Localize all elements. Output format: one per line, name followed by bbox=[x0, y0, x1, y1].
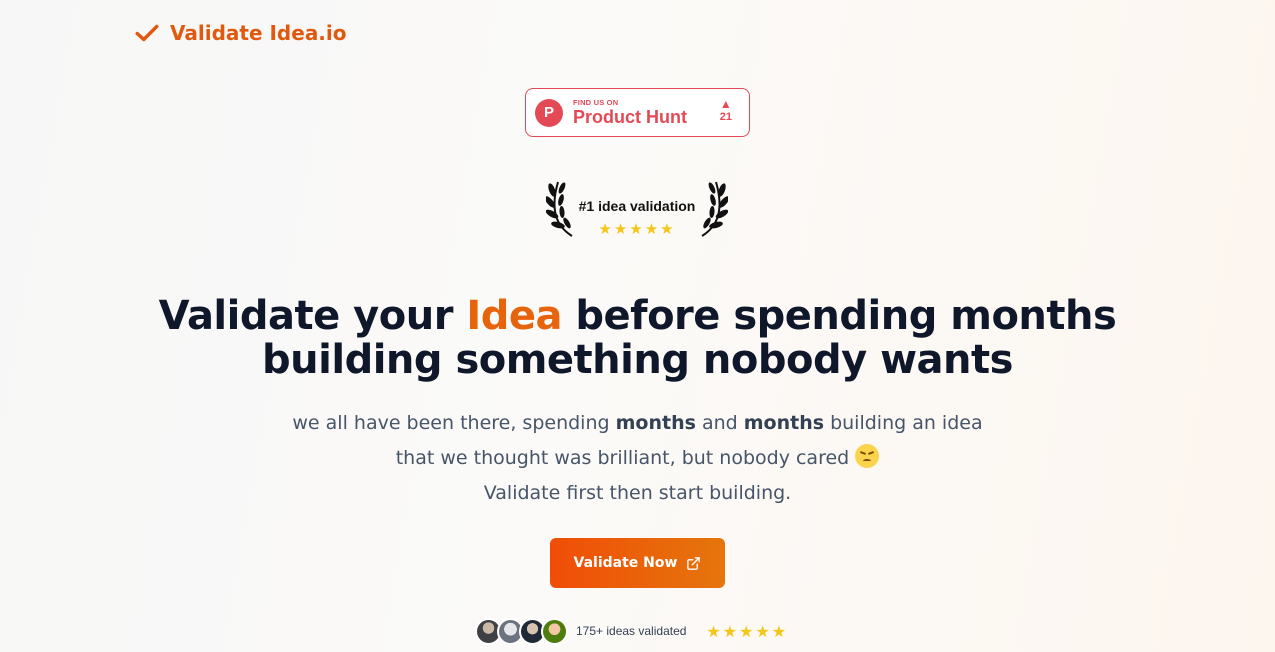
logo-text: Validate Idea.io bbox=[170, 21, 347, 45]
product-hunt-badge[interactable]: P FIND US ON Product Hunt ▲ 21 bbox=[525, 88, 750, 137]
product-hunt-vote-count: 21 bbox=[719, 111, 732, 123]
headline-part2: before spending months bbox=[561, 293, 1117, 339]
headline-line2: building something nobody wants bbox=[262, 337, 1013, 383]
external-link-icon bbox=[687, 556, 701, 570]
product-hunt-logo-icon: P bbox=[535, 98, 563, 127]
checkmark-icon bbox=[135, 24, 159, 42]
product-hunt-title: Product Hunt bbox=[573, 107, 687, 127]
product-hunt-text: FIND US ON Product Hunt bbox=[573, 98, 687, 127]
logo[interactable]: Validate Idea.io bbox=[134, 20, 347, 46]
hero-headline: Validate your Idea before spending month… bbox=[0, 294, 1275, 382]
award-badge: #1 idea validation ★★★★★ bbox=[546, 178, 728, 238]
product-hunt-small-text: FIND US ON bbox=[573, 98, 619, 107]
avatar bbox=[541, 617, 568, 645]
validate-now-label: Validate Now bbox=[573, 555, 678, 571]
headline-part1: Validate your bbox=[158, 293, 467, 339]
subtitle-line2: that we thought was brilliant, but nobod… bbox=[395, 447, 856, 469]
subtitle-text: building an idea bbox=[824, 412, 983, 434]
validate-now-button[interactable]: Validate Now bbox=[550, 538, 725, 588]
avatar-group bbox=[475, 617, 568, 645]
subtitle-text: we all have been there, spending bbox=[292, 412, 616, 434]
subtitle-line3: Validate first then start building. bbox=[483, 482, 792, 504]
triangle-up-icon: ▲ bbox=[719, 97, 732, 111]
product-hunt-votes: ▲ 21 bbox=[720, 97, 732, 123]
hero-subtitle: we all have been there, spending months … bbox=[0, 406, 1275, 511]
subtitle-bold: months bbox=[743, 412, 825, 434]
social-proof: 175+ ideas validated ★★★★★ bbox=[475, 617, 788, 645]
rating-stars-icon: ★★★★★ bbox=[706, 621, 789, 641]
laurel-right-icon bbox=[701, 181, 728, 237]
headline-accent: Idea bbox=[466, 293, 562, 339]
ideas-validated-count: 175+ ideas validated bbox=[576, 624, 687, 638]
subtitle-text: and bbox=[695, 412, 744, 434]
subtitle-bold: months bbox=[615, 412, 696, 434]
disappointed-face-icon bbox=[855, 444, 880, 468]
